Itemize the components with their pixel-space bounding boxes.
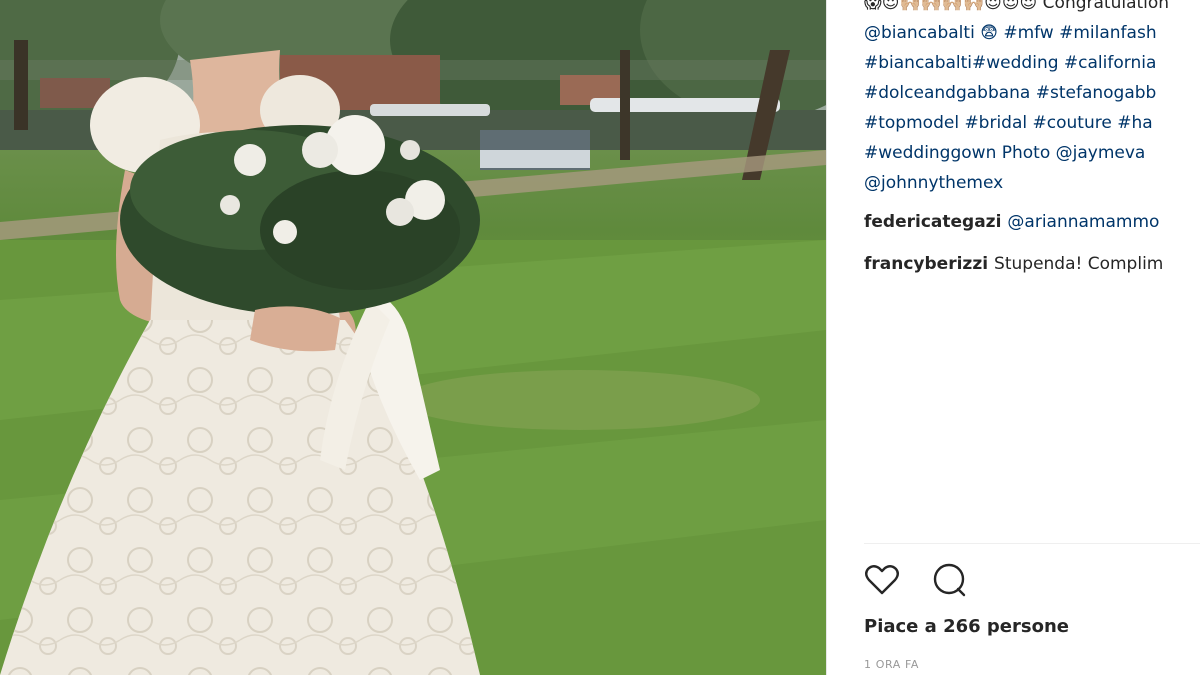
comment-button[interactable] (929, 560, 969, 600)
post-caption: 😱😍🙌🏼🙌🏼🙌🏼🙌🏼😍😍😍 Congratulation @biancabalt… (864, 0, 1200, 198)
caption-line[interactable]: #dolceandgabbana #stefanogabb (864, 78, 1200, 108)
comment-text: Stupenda! Complim (994, 254, 1164, 274)
comment-item: federicategazi @ariannamammo (864, 212, 1159, 232)
comment-username[interactable]: federicategazi (864, 212, 1001, 232)
comment-username[interactable]: francyberizzi (864, 254, 988, 274)
caption-line[interactable]: @biancabalti 😨 #mfw #milanfash (864, 18, 1200, 48)
caption-line[interactable]: #biancabalti#wedding #california (864, 48, 1200, 78)
comment-text[interactable]: @ariannamammo (1007, 212, 1159, 232)
comment-bubble-icon (933, 563, 966, 597)
actions-divider (864, 543, 1200, 544)
like-button[interactable] (862, 560, 902, 600)
heart-icon (865, 565, 899, 595)
caption-line: 😱😍🙌🏼🙌🏼🙌🏼🙌🏼😍😍😍 Congratulation (864, 0, 1170, 13)
post-details-panel: 😱😍🙌🏼🙌🏼🙌🏼🙌🏼😍😍😍 Congratulation @biancabalt… (827, 0, 1200, 675)
comment-item: francyberizzi Stupenda! Complim (864, 254, 1163, 274)
post-timestamp: 1 ORA FA (864, 658, 920, 671)
bride-photo-illustration (0, 0, 826, 675)
caption-line[interactable]: @johnnythemex (864, 168, 1200, 198)
caption-line[interactable]: #topmodel #bridal #couture #ha (864, 108, 1200, 138)
caption-line[interactable]: #weddinggown Photo @jaymeva (864, 138, 1200, 168)
likes-count[interactable]: Piace a 266 persone (864, 616, 1069, 637)
post-photo[interactable] (0, 0, 826, 675)
